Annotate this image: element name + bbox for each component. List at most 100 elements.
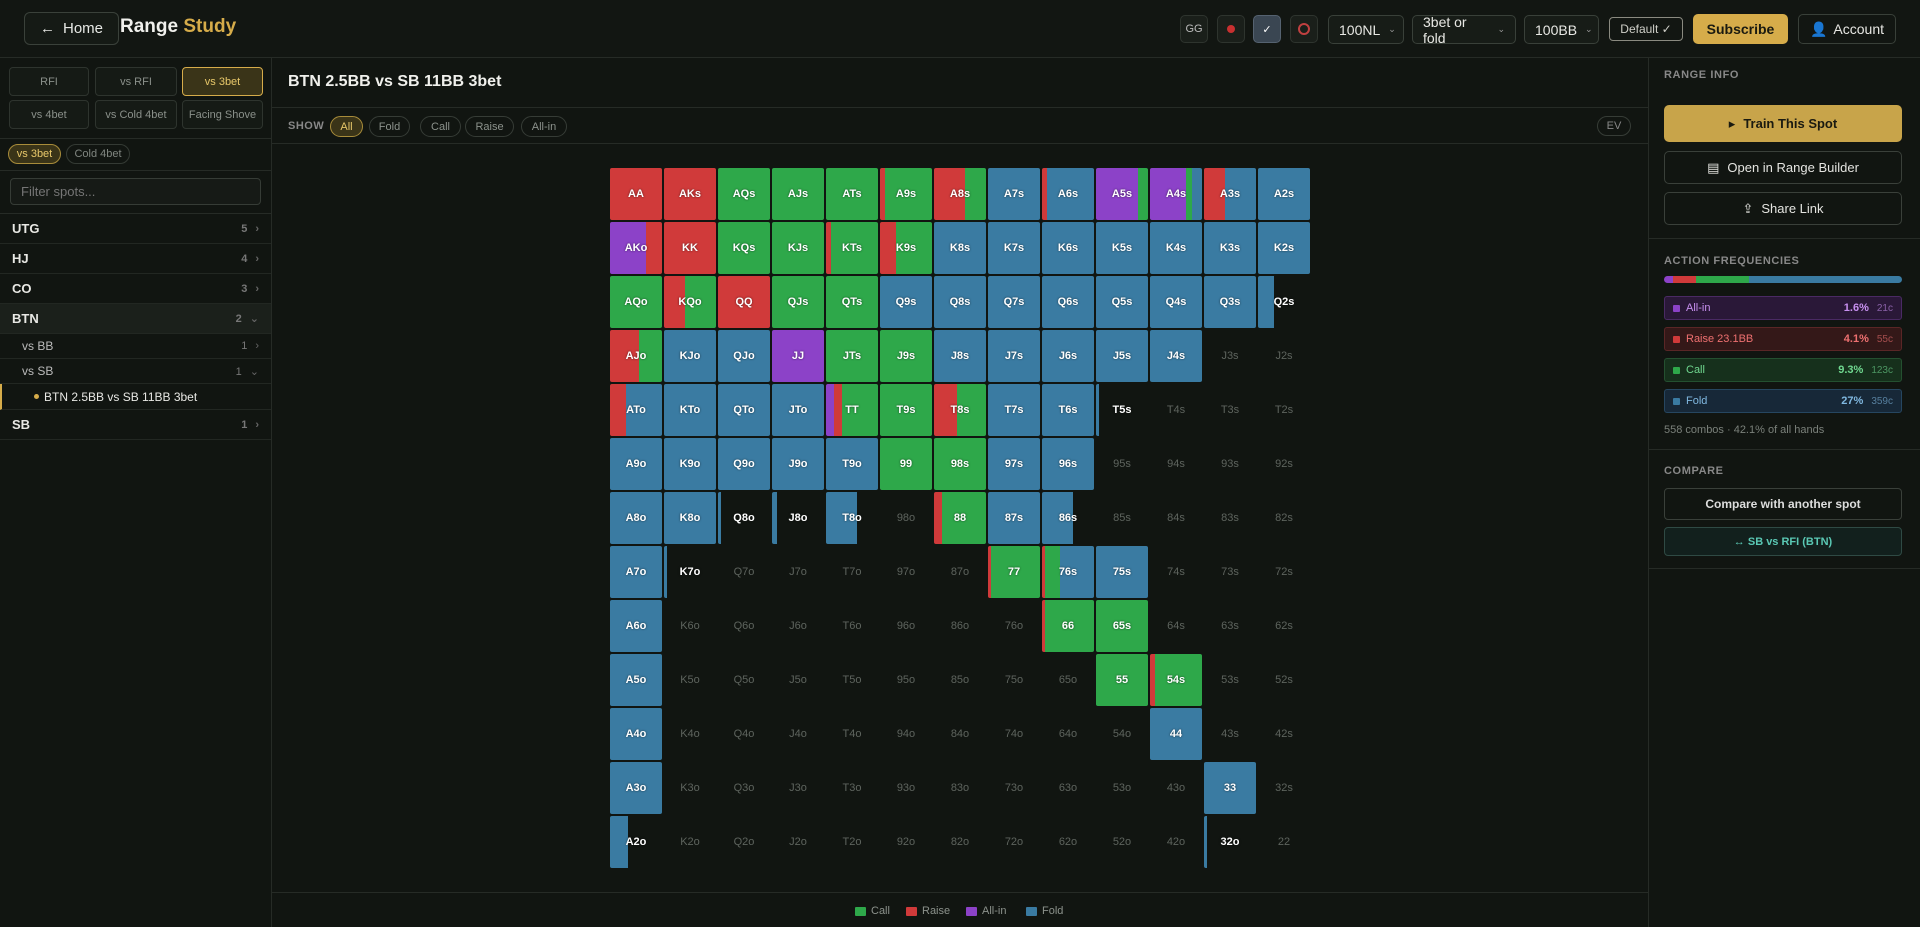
hand-cell-73o[interactable]: 73o: [988, 762, 1040, 814]
compare-spot-button[interactable]: Compare with another spot: [1664, 488, 1902, 520]
hand-cell-95o[interactable]: 95o: [880, 654, 932, 706]
hand-cell-t8s[interactable]: T8s: [934, 384, 986, 436]
hand-cell-kts[interactable]: KTs: [826, 222, 878, 274]
home-button[interactable]: ← Home: [24, 12, 120, 45]
hand-cell-q3o[interactable]: Q3o: [718, 762, 770, 814]
hand-cell-q9o[interactable]: Q9o: [718, 438, 770, 490]
hand-cell-t5s[interactable]: T5s: [1096, 384, 1148, 436]
hand-cell-kqo[interactable]: KQo: [664, 276, 716, 328]
hand-cell-42s[interactable]: 42s: [1258, 708, 1310, 760]
hand-cell-33[interactable]: 33: [1204, 762, 1256, 814]
hand-cell-96o[interactable]: 96o: [880, 600, 932, 652]
hand-cell-qjs[interactable]: QJs: [772, 276, 824, 328]
hand-cell-76o[interactable]: 76o: [988, 600, 1040, 652]
hand-cell-q9s[interactable]: Q9s: [880, 276, 932, 328]
hand-cell-qjo[interactable]: QJo: [718, 330, 770, 382]
action-row-fold[interactable]: Fold 27% 359c: [1664, 389, 1902, 413]
hand-cell-a8s[interactable]: A8s: [934, 168, 986, 220]
hand-cell-75s[interactable]: 75s: [1096, 546, 1148, 598]
hand-cell-94s[interactable]: 94s: [1150, 438, 1202, 490]
action-row-raise[interactable]: Raise 23.1BB 4.1% 55c: [1664, 327, 1902, 351]
tab-vs-4bet[interactable]: vs 4bet: [9, 100, 89, 129]
tab-vs-cold-4bet[interactable]: vs Cold 4bet: [95, 100, 177, 129]
hand-cell-q6s[interactable]: Q6s: [1042, 276, 1094, 328]
share-link-button[interactable]: ⇪ Share Link: [1664, 192, 1902, 225]
hand-cell-77[interactable]: 77: [988, 546, 1040, 598]
mode-select[interactable]: 3bet or fold ⌄: [1412, 14, 1516, 46]
hand-cell-aqo[interactable]: AQo: [610, 276, 662, 328]
hand-cell-k3s[interactable]: K3s: [1204, 222, 1256, 274]
hand-cell-64o[interactable]: 64o: [1042, 708, 1094, 760]
hand-cell-44[interactable]: 44: [1150, 708, 1202, 760]
hand-cell-52s[interactable]: 52s: [1258, 654, 1310, 706]
hand-cell-j2o[interactable]: J2o: [772, 816, 824, 868]
hand-cell-t2s[interactable]: T2s: [1258, 384, 1310, 436]
stakes-select[interactable]: 100NL ⌄: [1328, 15, 1404, 44]
subtab-cold-4bet[interactable]: Cold 4bet: [66, 144, 130, 164]
hand-cell-62s[interactable]: 62s: [1258, 600, 1310, 652]
hand-cell-k7s[interactable]: K7s: [988, 222, 1040, 274]
hand-cell-a2s[interactable]: A2s: [1258, 168, 1310, 220]
hand-cell-22[interactable]: 22: [1258, 816, 1310, 868]
hand-cell-96s[interactable]: 96s: [1042, 438, 1094, 490]
hand-cell-q7s[interactable]: Q7s: [988, 276, 1040, 328]
hand-cell-j4s[interactable]: J4s: [1150, 330, 1202, 382]
hand-cell-jj[interactable]: JJ: [772, 330, 824, 382]
hand-cell-83s[interactable]: 83s: [1204, 492, 1256, 544]
hand-cell-82o[interactable]: 82o: [934, 816, 986, 868]
hand-cell-92s[interactable]: 92s: [1258, 438, 1310, 490]
hand-cell-74s[interactable]: 74s: [1150, 546, 1202, 598]
sidebar-group-hj[interactable]: HJ 4 ›: [0, 244, 271, 274]
hand-cell-k7o[interactable]: K7o: [664, 546, 716, 598]
hand-cell-qts[interactable]: QTs: [826, 276, 878, 328]
hand-cell-a8o[interactable]: A8o: [610, 492, 662, 544]
tab-facing-shove[interactable]: Facing Shove: [182, 100, 263, 129]
train-spot-button[interactable]: ▸ Train This Spot: [1664, 105, 1902, 142]
hand-cell-kto[interactable]: KTo: [664, 384, 716, 436]
hand-cell-j4o[interactable]: J4o: [772, 708, 824, 760]
hand-cell-84s[interactable]: 84s: [1150, 492, 1202, 544]
hand-cell-q5s[interactable]: Q5s: [1096, 276, 1148, 328]
hand-cell-a5s[interactable]: A5s: [1096, 168, 1148, 220]
action-row-call[interactable]: Call 9.3% 123c: [1664, 358, 1902, 382]
hand-cell-ats[interactable]: ATs: [826, 168, 878, 220]
hand-cell-t8o[interactable]: T8o: [826, 492, 878, 544]
hand-cell-63o[interactable]: 63o: [1042, 762, 1094, 814]
hand-cell-97o[interactable]: 97o: [880, 546, 932, 598]
hand-cell-k8o[interactable]: K8o: [664, 492, 716, 544]
sb-vs-rfi-link[interactable]: ↔ SB vs RFI (BTN): [1664, 527, 1902, 556]
hand-cell-t7s[interactable]: T7s: [988, 384, 1040, 436]
hand-cell-66[interactable]: 66: [1042, 600, 1094, 652]
sidebar-item-vs-bb[interactable]: vs BB 1 ›: [0, 334, 271, 359]
hand-cell-t7o[interactable]: T7o: [826, 546, 878, 598]
hand-cell-q8o[interactable]: Q8o: [718, 492, 770, 544]
hand-cell-j7s[interactable]: J7s: [988, 330, 1040, 382]
hand-cell-q4o[interactable]: Q4o: [718, 708, 770, 760]
hand-cell-j7o[interactable]: J7o: [772, 546, 824, 598]
hand-cell-53s[interactable]: 53s: [1204, 654, 1256, 706]
hand-cell-k8s[interactable]: K8s: [934, 222, 986, 274]
hand-cell-k9o[interactable]: K9o: [664, 438, 716, 490]
hand-cell-95s[interactable]: 95s: [1096, 438, 1148, 490]
filter-fold[interactable]: Fold: [369, 116, 410, 137]
hand-cell-43s[interactable]: 43s: [1204, 708, 1256, 760]
stack-select[interactable]: 100BB ⌄: [1524, 15, 1599, 44]
hand-cell-a3o[interactable]: A3o: [610, 762, 662, 814]
hand-cell-jts[interactable]: JTs: [826, 330, 878, 382]
hand-cell-k2o[interactable]: K2o: [664, 816, 716, 868]
hand-cell-54s[interactable]: 54s: [1150, 654, 1202, 706]
hand-cell-q7o[interactable]: Q7o: [718, 546, 770, 598]
hand-cell-a7o[interactable]: A7o: [610, 546, 662, 598]
hand-cell-j8s[interactable]: J8s: [934, 330, 986, 382]
hand-cell-j3o[interactable]: J3o: [772, 762, 824, 814]
hand-cell-aqs[interactable]: AQs: [718, 168, 770, 220]
hand-cell-97s[interactable]: 97s: [988, 438, 1040, 490]
filter-all[interactable]: All: [330, 116, 363, 137]
hand-cell-52o[interactable]: 52o: [1096, 816, 1148, 868]
hand-cell-53o[interactable]: 53o: [1096, 762, 1148, 814]
hand-cell-a9o[interactable]: A9o: [610, 438, 662, 490]
hand-cell-a7s[interactable]: A7s: [988, 168, 1040, 220]
tab-vs-3bet[interactable]: vs 3bet: [182, 67, 263, 96]
hand-cell-88[interactable]: 88: [934, 492, 986, 544]
hand-cell-k5s[interactable]: K5s: [1096, 222, 1148, 274]
